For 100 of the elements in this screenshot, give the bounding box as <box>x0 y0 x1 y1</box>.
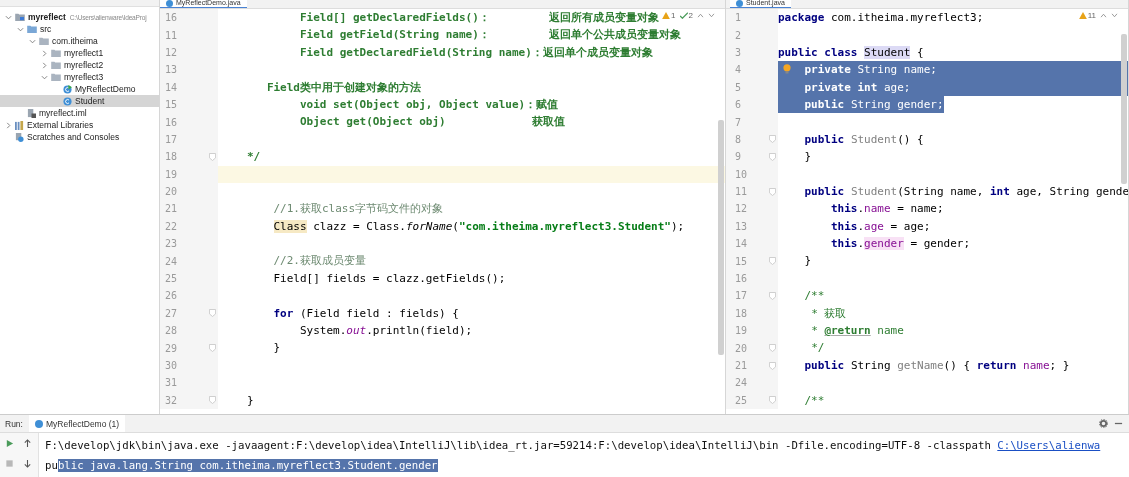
line-number: 12 <box>164 46 179 58</box>
typo-count[interactable]: 2 <box>679 11 693 20</box>
code-line: } <box>272 340 281 357</box>
folder-icon <box>15 13 25 21</box>
class-icon <box>34 419 43 428</box>
line-number: 15 <box>164 99 179 111</box>
arrow-up-icon[interactable] <box>22 438 32 448</box>
chevron-down-icon[interactable] <box>4 13 12 21</box>
code-line: public class Student { <box>778 44 924 61</box>
line-number: 24 <box>734 377 749 389</box>
line-number: 13 <box>734 220 749 232</box>
line-number: 20 <box>164 186 179 198</box>
code-line: package com.itheima.myreflect3; <box>778 10 984 26</box>
line-number: 25 <box>734 394 749 406</box>
code-line: this.name = name; <box>830 201 944 218</box>
code-line: * @return name <box>810 323 904 340</box>
line-number: 15 <box>734 255 749 267</box>
code-line: */ <box>810 340 825 357</box>
scrollbar-thumb[interactable] <box>718 120 724 355</box>
code-line: //1.获取class字节码文件的对象 <box>272 201 444 218</box>
tree-item[interactable]: Student <box>0 95 159 107</box>
fold-marker-icon[interactable] <box>768 291 776 300</box>
line-number: 6 <box>734 99 743 111</box>
line-number: 29 <box>164 342 179 354</box>
tree-item[interactable]: External Libraries <box>0 119 159 131</box>
fold-marker-icon[interactable] <box>768 361 776 370</box>
tree-item[interactable]: myreflect2 <box>0 59 159 71</box>
tree-item-label: Scratches and Consoles <box>27 132 120 142</box>
module-file-icon <box>27 108 36 118</box>
tree-item-label: com.itheima <box>52 36 98 46</box>
fold-marker-icon[interactable] <box>208 309 216 318</box>
line-number: 2 <box>734 29 743 41</box>
line-number: 22 <box>164 220 179 232</box>
chevron-right-icon[interactable] <box>40 61 48 69</box>
fold-marker-icon[interactable] <box>768 344 776 353</box>
line-number: 26 <box>164 290 179 302</box>
code-line: * 获取 <box>810 305 847 322</box>
line-number: 9 <box>734 151 743 163</box>
line-number: 17 <box>164 133 179 145</box>
tree-item[interactable]: MyReflectDemo <box>0 83 159 95</box>
tree-item-label: Student <box>75 96 105 106</box>
tree-item[interactable]: Scratches and Consoles <box>0 131 159 143</box>
line-number: 16 <box>164 116 179 128</box>
chevron-up-icon[interactable] <box>1100 13 1107 18</box>
line-number: 19 <box>164 168 179 180</box>
line-number: 14 <box>734 238 749 250</box>
code-line: /** <box>803 288 825 305</box>
chevron-right-icon[interactable] <box>40 49 48 57</box>
play-icon[interactable] <box>4 438 14 448</box>
line-number: 28 <box>164 325 179 337</box>
code-line: public String getName() { return name; } <box>803 357 1070 374</box>
scrollbar-thumb[interactable] <box>1121 34 1127 184</box>
line-number: 19 <box>734 325 749 337</box>
chevron-down-icon[interactable] <box>28 37 36 45</box>
console-link[interactable]: C:\Users\alienwa <box>997 439 1101 453</box>
fold-marker-icon[interactable] <box>768 135 776 144</box>
fold-marker-icon[interactable] <box>768 152 776 161</box>
tree-item[interactable]: com.itheima <box>0 35 159 47</box>
chevron-down-icon[interactable] <box>16 25 24 33</box>
code-line: Field getField(String name)： 返回单个公共成员变量对象 <box>299 27 682 44</box>
tree-item[interactable]: myreflect1 <box>0 47 159 59</box>
stop-icon[interactable] <box>4 458 14 468</box>
class-icon <box>736 0 743 7</box>
code-line: Field[] fields = clazz.getFields(); <box>272 270 506 287</box>
line-number: 10 <box>734 168 749 180</box>
code-line: public Student(String name, int age, String gende <box>803 183 1128 200</box>
line-number: 13 <box>164 64 179 76</box>
fold-marker-icon[interactable] <box>208 152 216 161</box>
tree-item-label: myreflect3 <box>64 72 104 82</box>
console-text: pu <box>45 459 58 473</box>
line-number: 30 <box>164 360 179 371</box>
tree-item[interactable]: src <box>0 23 159 35</box>
chevron-down-icon[interactable] <box>40 73 48 81</box>
fold-marker-icon[interactable] <box>768 396 776 405</box>
line-number: 17 <box>734 290 749 302</box>
line-number: 32 <box>164 394 179 406</box>
fold-marker-icon[interactable] <box>768 187 776 196</box>
tree-item[interactable]: myreflect.iml <box>0 107 159 119</box>
tree-item-label: myreflect <box>28 12 66 22</box>
fold-marker-icon[interactable] <box>768 257 776 266</box>
tree-item-label: myreflect.iml <box>39 108 87 118</box>
chevron-down-icon[interactable] <box>708 13 715 18</box>
class-icon <box>166 0 173 7</box>
chevron-down-icon[interactable] <box>1111 13 1118 18</box>
chevron-right-icon[interactable] <box>4 121 12 129</box>
selected-console-text: blic java.lang.String com.itheima.myreflect3.Student.gender <box>57 459 438 473</box>
settings-icon[interactable] <box>1099 419 1108 429</box>
line-number: 7 <box>734 116 743 128</box>
line-number: 27 <box>164 307 179 319</box>
tree-item[interactable]: myreflect3 <box>0 71 159 83</box>
tree-item-label: myreflect1 <box>64 48 104 58</box>
warning-count[interactable]: 11 <box>1078 11 1096 20</box>
chevron-up-icon[interactable] <box>697 13 704 18</box>
arrow-down-icon[interactable] <box>22 458 32 468</box>
warning-count[interactable]: 1 <box>662 11 676 20</box>
fold-marker-icon[interactable] <box>208 396 216 405</box>
lightbulb-icon[interactable] <box>783 64 791 75</box>
run-tab[interactable]: MyReflectDemo (1) <box>28 415 126 433</box>
fold-marker-icon[interactable] <box>208 344 216 353</box>
line-number: 16 <box>164 12 179 24</box>
